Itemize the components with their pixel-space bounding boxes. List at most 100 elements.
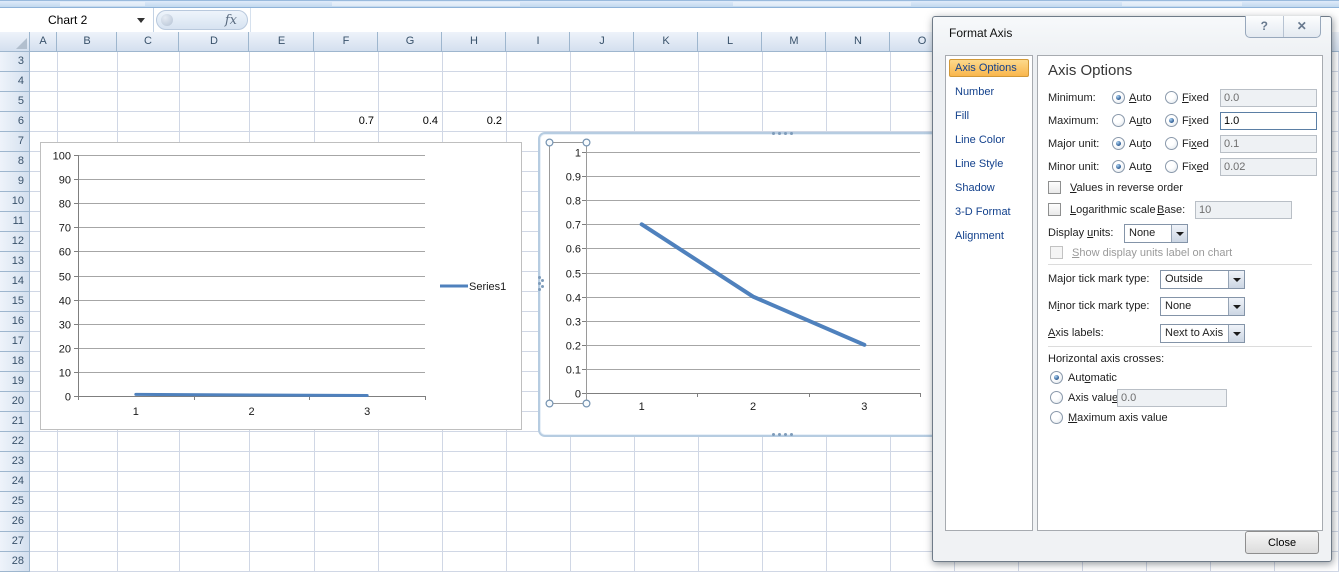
help-icon[interactable]: ? xyxy=(1246,16,1283,37)
svg-text:2: 2 xyxy=(248,406,254,418)
column-header-L[interactable]: L xyxy=(699,32,762,51)
chart-1[interactable]: 0 10 20 30 40 50 60 70 80 90 100 1 2 3 Series1 xyxy=(40,142,522,430)
fixed-radio[interactable] xyxy=(1165,114,1178,127)
close-button[interactable]: Close xyxy=(1245,531,1319,554)
param-value-input[interactable] xyxy=(1220,135,1317,153)
column-header-K[interactable]: K xyxy=(635,32,698,51)
svg-text:10: 10 xyxy=(59,368,71,380)
row-header-5[interactable]: 5 xyxy=(0,92,29,112)
column-header-E[interactable]: E xyxy=(250,32,314,51)
row-header-11[interactable]: 11 xyxy=(0,212,29,232)
row-header-12[interactable]: 12 xyxy=(0,232,29,252)
param-value-input[interactable] xyxy=(1220,158,1317,176)
category-line-style[interactable]: Line Style xyxy=(949,155,1029,173)
auto-radio[interactable] xyxy=(1112,91,1125,104)
row-header-23[interactable]: 23 xyxy=(0,452,29,472)
row-header-22[interactable]: 22 xyxy=(0,432,29,452)
fixed-radio[interactable] xyxy=(1165,160,1178,173)
column-header-I[interactable]: I xyxy=(507,32,570,51)
chevron-down-icon[interactable] xyxy=(1228,325,1244,342)
row-header-15[interactable]: 15 xyxy=(0,292,29,312)
axis-labels-value: Next to Axis xyxy=(1165,327,1224,339)
param-value-input[interactable] xyxy=(1220,112,1317,130)
category-line-color[interactable]: Line Color xyxy=(949,131,1029,149)
param-value-input[interactable] xyxy=(1220,89,1317,107)
row-header-9[interactable]: 9 xyxy=(0,172,29,192)
chart-bottom-grip[interactable] xyxy=(772,433,775,436)
category-fill[interactable]: Fill xyxy=(949,107,1029,125)
display-units-row: Display units: None xyxy=(1048,223,1316,243)
row-header-20[interactable]: 20 xyxy=(0,392,29,412)
row-header-25[interactable]: 25 xyxy=(0,492,29,512)
name-box[interactable]: Chart 2 xyxy=(30,8,154,32)
dialog-title[interactable]: Format Axis xyxy=(949,21,1012,45)
row-header-3[interactable]: 3 xyxy=(0,52,29,72)
svg-text:20: 20 xyxy=(59,344,71,356)
chart-2-selected[interactable]: 0 0.1 0.2 0.3 0.4 0.5 0.6 0.7 0.8 0.9 1 1 2 3 xyxy=(538,132,940,437)
maximum-axis-radio[interactable] xyxy=(1050,411,1063,424)
chart-top-grip[interactable] xyxy=(772,132,775,135)
chevron-down-icon[interactable] xyxy=(1228,298,1244,315)
row-header-16[interactable]: 16 xyxy=(0,312,29,332)
row-header-13[interactable]: 13 xyxy=(0,252,29,272)
cell-G6[interactable]: 0.4 xyxy=(379,112,442,132)
category-alignment[interactable]: Alignment xyxy=(949,227,1029,245)
column-header-H[interactable]: H xyxy=(443,32,506,51)
column-header-F[interactable]: F xyxy=(315,32,378,51)
category-shadow[interactable]: Shadow xyxy=(949,179,1029,197)
row-header-10[interactable]: 10 xyxy=(0,192,29,212)
auto-radio[interactable] xyxy=(1112,114,1125,127)
insert-function-button[interactable]: fx xyxy=(156,10,248,30)
cell-F6[interactable]: 0.7 xyxy=(315,112,378,132)
row-header-28[interactable]: 28 xyxy=(0,552,29,572)
category-axis-options[interactable]: Axis Options xyxy=(949,59,1029,77)
auto-label: Auto xyxy=(1129,161,1152,173)
select-all-corner[interactable] xyxy=(0,32,30,52)
row-header-26[interactable]: 26 xyxy=(0,512,29,532)
row-header-7[interactable]: 7 xyxy=(0,132,29,152)
category-3-d-format[interactable]: 3-D Format xyxy=(949,203,1029,221)
row-header-19[interactable]: 19 xyxy=(0,372,29,392)
column-header-M[interactable]: M xyxy=(763,32,826,51)
base-input[interactable] xyxy=(1195,201,1292,219)
axis-value-label: Axis value: xyxy=(1068,392,1121,404)
svg-text:0.3: 0.3 xyxy=(566,317,581,329)
row-header-14[interactable]: 14 xyxy=(0,272,29,292)
row-header-8[interactable]: 8 xyxy=(0,152,29,172)
column-header-C[interactable]: C xyxy=(118,32,179,51)
auto-radio[interactable] xyxy=(1112,137,1125,150)
row-header-27[interactable]: 27 xyxy=(0,532,29,552)
column-header-B[interactable]: B xyxy=(58,32,117,51)
auto-radio[interactable] xyxy=(1112,160,1125,173)
display-units-dropdown[interactable]: None xyxy=(1124,224,1188,243)
fixed-radio[interactable] xyxy=(1165,91,1178,104)
row-header-6[interactable]: 6 xyxy=(0,112,29,132)
row-header-18[interactable]: 18 xyxy=(0,352,29,372)
axis-labels-dropdown[interactable]: Next to Axis xyxy=(1160,324,1245,343)
fixed-radio[interactable] xyxy=(1165,137,1178,150)
column-header-N[interactable]: N xyxy=(827,32,890,51)
cell-H6[interactable]: 0.2 xyxy=(443,112,506,132)
column-header-J[interactable]: J xyxy=(571,32,634,51)
axis-value-radio[interactable] xyxy=(1050,391,1063,404)
row-header-17[interactable]: 17 xyxy=(0,332,29,352)
axis-value-input[interactable] xyxy=(1117,389,1227,407)
column-header-D[interactable]: D xyxy=(180,32,249,51)
row-header-4[interactable]: 4 xyxy=(0,72,29,92)
column-header-A[interactable]: A xyxy=(30,32,57,51)
row-header-24[interactable]: 24 xyxy=(0,472,29,492)
close-icon[interactable]: ✕ xyxy=(1282,16,1321,37)
chevron-down-icon[interactable] xyxy=(1228,271,1244,288)
row-header-21[interactable]: 21 xyxy=(0,412,29,432)
minor-tick-dropdown[interactable]: None xyxy=(1160,297,1245,316)
values-reverse-checkbox[interactable] xyxy=(1048,181,1061,194)
automatic-radio[interactable] xyxy=(1050,371,1063,384)
chart-left-grip[interactable] xyxy=(538,276,541,279)
major-tick-dropdown[interactable]: Outside xyxy=(1160,270,1245,289)
logarithmic-checkbox[interactable] xyxy=(1048,203,1061,216)
name-box-dropdown-icon[interactable] xyxy=(137,18,145,23)
svg-text:70: 70 xyxy=(59,223,71,235)
column-header-G[interactable]: G xyxy=(379,32,442,51)
category-number[interactable]: Number xyxy=(949,83,1029,101)
chevron-down-icon[interactable] xyxy=(1171,225,1187,242)
